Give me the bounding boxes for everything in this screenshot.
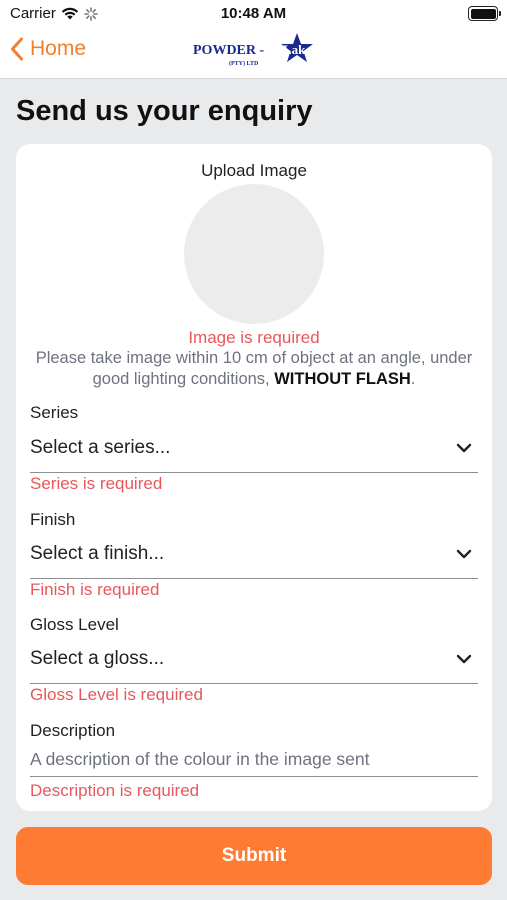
battery-icon [468, 6, 501, 21]
series-label: Series [30, 403, 79, 422]
description-label: Description [30, 721, 116, 740]
page-title: Send us your enquiry [16, 95, 313, 127]
chevron-left-icon [11, 37, 23, 61]
chevron-down-icon [456, 549, 472, 559]
finish-value: Select a finish... [30, 543, 165, 564]
logo-text-main: POWDER - [193, 43, 265, 58]
back-button[interactable]: Home [10, 37, 86, 61]
chevron-down-icon [456, 443, 472, 453]
series-select[interactable]: Select a series... [30, 431, 478, 473]
upload-instructions: Please take image within 10 cm of object… [30, 348, 478, 390]
description-input[interactable] [30, 743, 478, 777]
finish-select[interactable]: Select a finish... [30, 537, 478, 579]
finish-label: Finish [30, 510, 76, 529]
back-label: Home [30, 37, 87, 60]
description-error: Description is required [30, 781, 200, 800]
upload-image-label: Upload Image [201, 161, 307, 180]
instructions-emphasis: WITHOUT FLASH [274, 370, 411, 388]
series-error: Series is required [30, 474, 163, 493]
status-bar: Carrier 10:48 AM [0, 0, 507, 28]
gloss-label: Gloss Level [30, 615, 119, 634]
gloss-select[interactable]: Select a gloss... [30, 642, 478, 684]
gloss-error: Gloss Level is required [30, 685, 203, 704]
enquiry-form-card: Upload Image Image is required Please ta… [16, 144, 492, 811]
nav-bar: Home POWDER - Lak (PTY) LTD [0, 28, 507, 79]
image-upload-placeholder[interactable] [184, 184, 324, 324]
chevron-down-icon [456, 654, 472, 664]
instructions-suffix: . [410, 370, 416, 388]
finish-error: Finish is required [30, 580, 160, 599]
submit-button[interactable]: Submit [16, 827, 492, 885]
logo-subtext: (PTY) LTD [229, 60, 259, 67]
logo-text-star: Lak [283, 42, 306, 57]
gloss-value: Select a gloss... [30, 648, 165, 669]
status-time: 10:48 AM [220, 5, 287, 22]
image-error: Image is required [188, 328, 320, 347]
series-value: Select a series... [30, 437, 171, 458]
powder-lak-logo: POWDER - Lak (PTY) LTD [193, 33, 313, 67]
